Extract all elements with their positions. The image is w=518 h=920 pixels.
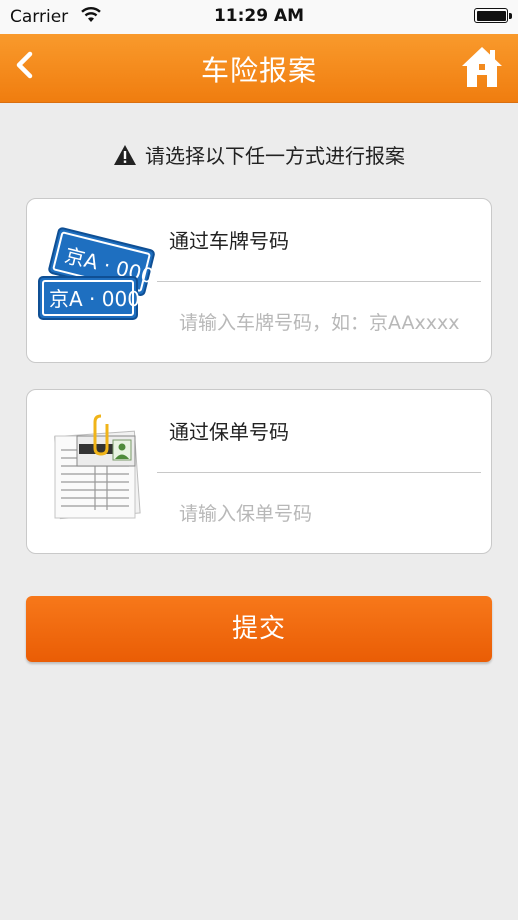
policy-number-input[interactable]: [169, 496, 483, 532]
plate-number-input[interactable]: [169, 305, 483, 341]
page-title: 车险报案: [200, 54, 317, 87]
instruction: 请选择以下任一方式进行报案: [0, 140, 518, 169]
instruction-text: 请选择以下任一方式进行报案: [145, 144, 405, 168]
policy-option-title: 通过保单号码: [169, 420, 289, 444]
divider: [157, 472, 481, 473]
divider: [157, 281, 481, 282]
home-icon: [462, 47, 502, 87]
submit-button[interactable]: 提交: [26, 596, 492, 662]
battery-icon: [474, 8, 512, 23]
plate-option-title: 通过车牌号码: [169, 229, 289, 253]
home-button[interactable]: [460, 44, 504, 90]
policy-document-icon: [35, 410, 155, 520]
policy-option-card[interactable]: 通过保单号码: [26, 389, 492, 554]
plate-text-front: 京A · 000: [49, 287, 140, 311]
status-bar: Carrier 11:29 AM: [0, 0, 518, 34]
plate-option-card[interactable]: 京A · 000 京A · 000 通过车牌号码: [26, 198, 492, 363]
warning-icon: [113, 144, 137, 166]
nav-bar: 车险报案: [0, 34, 518, 103]
license-plate-icon: 京A · 000 京A · 000: [35, 219, 156, 329]
clock: 11:29 AM: [213, 6, 305, 26]
